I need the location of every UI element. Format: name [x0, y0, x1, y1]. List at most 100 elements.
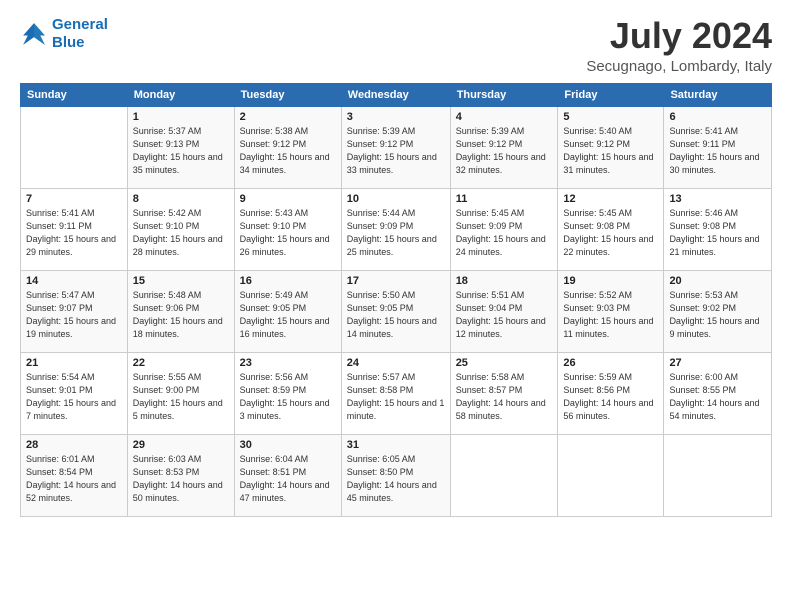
- daylight-text: Daylight: 15 hours and 1 minute.: [347, 398, 445, 421]
- logo-line2: Blue: [52, 34, 85, 51]
- day-info: Sunrise: 5:43 AM Sunset: 9:10 PM Dayligh…: [240, 207, 336, 259]
- sunrise-text: Sunrise: 5:58 AM: [456, 372, 525, 382]
- day-info: Sunrise: 5:38 AM Sunset: 9:12 PM Dayligh…: [240, 125, 336, 177]
- day-info: Sunrise: 5:42 AM Sunset: 9:10 PM Dayligh…: [133, 207, 229, 259]
- logo-line1: General: [52, 16, 108, 33]
- day-info: Sunrise: 5:53 AM Sunset: 9:02 PM Dayligh…: [669, 289, 766, 341]
- weekday-header: Monday: [127, 83, 234, 106]
- header: General Blue July 2024 Secugnago, Lombar…: [20, 16, 772, 75]
- sunrise-text: Sunrise: 5:39 AM: [456, 126, 525, 136]
- calendar-cell: 24 Sunrise: 5:57 AM Sunset: 8:58 PM Dayl…: [341, 352, 450, 434]
- day-number: 29: [133, 439, 229, 451]
- sunset-text: Sunset: 9:08 PM: [669, 221, 736, 231]
- sunrise-text: Sunrise: 5:56 AM: [240, 372, 309, 382]
- daylight-text: Daylight: 15 hours and 11 minutes.: [563, 316, 653, 339]
- daylight-text: Daylight: 15 hours and 33 minutes.: [347, 152, 437, 175]
- daylight-text: Daylight: 15 hours and 26 minutes.: [240, 234, 330, 257]
- day-number: 15: [133, 275, 229, 287]
- sunset-text: Sunset: 8:57 PM: [456, 385, 523, 395]
- day-info: Sunrise: 5:48 AM Sunset: 9:06 PM Dayligh…: [133, 289, 229, 341]
- day-info: Sunrise: 5:45 AM Sunset: 9:09 PM Dayligh…: [456, 207, 553, 259]
- sunrise-text: Sunrise: 5:37 AM: [133, 126, 202, 136]
- day-info: Sunrise: 5:46 AM Sunset: 9:08 PM Dayligh…: [669, 207, 766, 259]
- daylight-text: Daylight: 15 hours and 21 minutes.: [669, 234, 759, 257]
- month-title: July 2024: [586, 16, 772, 56]
- sunset-text: Sunset: 8:53 PM: [133, 467, 200, 477]
- sunset-text: Sunset: 9:05 PM: [347, 303, 414, 313]
- calendar-cell: 17 Sunrise: 5:50 AM Sunset: 9:05 PM Dayl…: [341, 270, 450, 352]
- daylight-text: Daylight: 14 hours and 52 minutes.: [26, 480, 116, 503]
- daylight-text: Daylight: 15 hours and 25 minutes.: [347, 234, 437, 257]
- calendar-cell: 19 Sunrise: 5:52 AM Sunset: 9:03 PM Dayl…: [558, 270, 664, 352]
- daylight-text: Daylight: 15 hours and 5 minutes.: [133, 398, 223, 421]
- sunset-text: Sunset: 9:11 PM: [26, 221, 92, 231]
- sunrise-text: Sunrise: 6:05 AM: [347, 454, 416, 464]
- sunrise-text: Sunrise: 5:59 AM: [563, 372, 632, 382]
- sunset-text: Sunset: 9:03 PM: [563, 303, 630, 313]
- calendar-cell: 7 Sunrise: 5:41 AM Sunset: 9:11 PM Dayli…: [21, 188, 128, 270]
- sunset-text: Sunset: 9:01 PM: [26, 385, 93, 395]
- calendar-cell: 2 Sunrise: 5:38 AM Sunset: 9:12 PM Dayli…: [234, 106, 341, 188]
- sunrise-text: Sunrise: 5:38 AM: [240, 126, 309, 136]
- day-info: Sunrise: 5:40 AM Sunset: 9:12 PM Dayligh…: [563, 125, 658, 177]
- calendar-cell: 3 Sunrise: 5:39 AM Sunset: 9:12 PM Dayli…: [341, 106, 450, 188]
- day-number: 28: [26, 439, 122, 451]
- daylight-text: Daylight: 15 hours and 19 minutes.: [26, 316, 116, 339]
- sunset-text: Sunset: 9:09 PM: [456, 221, 523, 231]
- day-info: Sunrise: 5:59 AM Sunset: 8:56 PM Dayligh…: [563, 371, 658, 423]
- sunset-text: Sunset: 9:12 PM: [347, 139, 414, 149]
- day-number: 13: [669, 193, 766, 205]
- daylight-text: Daylight: 15 hours and 7 minutes.: [26, 398, 116, 421]
- sunrise-text: Sunrise: 5:41 AM: [669, 126, 738, 136]
- calendar-week-row: 14 Sunrise: 5:47 AM Sunset: 9:07 PM Dayl…: [21, 270, 772, 352]
- day-info: Sunrise: 5:58 AM Sunset: 8:57 PM Dayligh…: [456, 371, 553, 423]
- day-info: Sunrise: 5:45 AM Sunset: 9:08 PM Dayligh…: [563, 207, 658, 259]
- sunset-text: Sunset: 9:10 PM: [240, 221, 307, 231]
- calendar-cell: 16 Sunrise: 5:49 AM Sunset: 9:05 PM Dayl…: [234, 270, 341, 352]
- sunrise-text: Sunrise: 6:00 AM: [669, 372, 738, 382]
- calendar-week-row: 1 Sunrise: 5:37 AM Sunset: 9:13 PM Dayli…: [21, 106, 772, 188]
- daylight-text: Daylight: 14 hours and 45 minutes.: [347, 480, 437, 503]
- day-number: 31: [347, 439, 445, 451]
- page: General Blue July 2024 Secugnago, Lombar…: [0, 0, 792, 612]
- calendar-cell: 5 Sunrise: 5:40 AM Sunset: 9:12 PM Dayli…: [558, 106, 664, 188]
- sunset-text: Sunset: 9:11 PM: [669, 139, 735, 149]
- weekday-header: Wednesday: [341, 83, 450, 106]
- sunrise-text: Sunrise: 5:46 AM: [669, 208, 738, 218]
- calendar-cell: 12 Sunrise: 5:45 AM Sunset: 9:08 PM Dayl…: [558, 188, 664, 270]
- daylight-text: Daylight: 15 hours and 24 minutes.: [456, 234, 546, 257]
- sunrise-text: Sunrise: 5:49 AM: [240, 290, 309, 300]
- day-number: 12: [563, 193, 658, 205]
- sunrise-text: Sunrise: 5:44 AM: [347, 208, 416, 218]
- daylight-text: Daylight: 15 hours and 28 minutes.: [133, 234, 223, 257]
- daylight-text: Daylight: 14 hours and 54 minutes.: [669, 398, 759, 421]
- day-number: 4: [456, 111, 553, 123]
- calendar-cell: 30 Sunrise: 6:04 AM Sunset: 8:51 PM Dayl…: [234, 434, 341, 516]
- sunset-text: Sunset: 9:05 PM: [240, 303, 307, 313]
- day-number: 20: [669, 275, 766, 287]
- sunrise-text: Sunrise: 5:41 AM: [26, 208, 95, 218]
- sunset-text: Sunset: 8:55 PM: [669, 385, 736, 395]
- sunrise-text: Sunrise: 5:48 AM: [133, 290, 202, 300]
- sunrise-text: Sunrise: 5:39 AM: [347, 126, 416, 136]
- sunrise-text: Sunrise: 5:40 AM: [563, 126, 632, 136]
- daylight-text: Daylight: 15 hours and 3 minutes.: [240, 398, 330, 421]
- calendar-header-row: SundayMondayTuesdayWednesdayThursdayFrid…: [21, 83, 772, 106]
- daylight-text: Daylight: 14 hours and 58 minutes.: [456, 398, 546, 421]
- calendar-cell: [664, 434, 772, 516]
- day-number: 3: [347, 111, 445, 123]
- day-info: Sunrise: 5:41 AM Sunset: 9:11 PM Dayligh…: [26, 207, 122, 259]
- sunset-text: Sunset: 8:59 PM: [240, 385, 307, 395]
- day-number: 14: [26, 275, 122, 287]
- logo: General Blue: [20, 16, 108, 52]
- day-number: 6: [669, 111, 766, 123]
- day-info: Sunrise: 5:39 AM Sunset: 9:12 PM Dayligh…: [347, 125, 445, 177]
- sunset-text: Sunset: 9:12 PM: [240, 139, 307, 149]
- sunset-text: Sunset: 8:58 PM: [347, 385, 414, 395]
- day-info: Sunrise: 6:00 AM Sunset: 8:55 PM Dayligh…: [669, 371, 766, 423]
- calendar-cell: 14 Sunrise: 5:47 AM Sunset: 9:07 PM Dayl…: [21, 270, 128, 352]
- day-info: Sunrise: 6:03 AM Sunset: 8:53 PM Dayligh…: [133, 453, 229, 505]
- day-number: 5: [563, 111, 658, 123]
- sunrise-text: Sunrise: 5:53 AM: [669, 290, 738, 300]
- calendar-cell: 31 Sunrise: 6:05 AM Sunset: 8:50 PM Dayl…: [341, 434, 450, 516]
